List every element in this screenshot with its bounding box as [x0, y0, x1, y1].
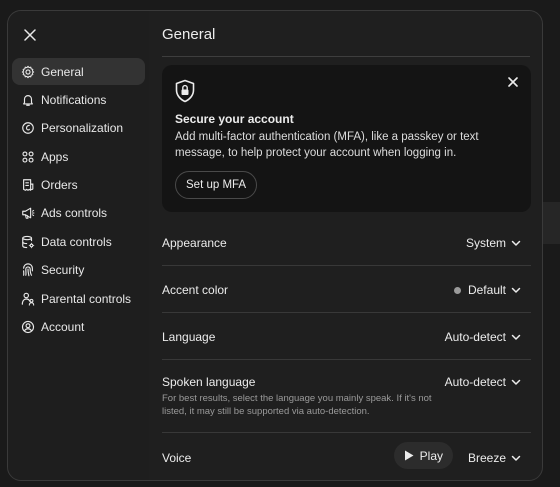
sidebar-item-label: Account — [41, 320, 85, 335]
chevron-down-icon — [511, 240, 521, 246]
accent-swatch — [453, 286, 461, 294]
sidebar-item-label: Security — [41, 263, 85, 278]
sidebar-item-personalization[interactable]: Personalization — [12, 115, 145, 142]
apps-grid-icon — [21, 150, 35, 164]
language-label: Language — [162, 330, 216, 344]
close-icon — [24, 29, 36, 41]
title-divider — [162, 56, 530, 57]
page-title: General — [162, 26, 216, 43]
language-dropdown[interactable]: Auto-detect — [445, 330, 521, 344]
sidebar-item-label: Data controls — [41, 234, 112, 249]
appearance-row: Appearance System — [162, 219, 531, 266]
receipt-icon — [21, 178, 35, 192]
close-icon[interactable] — [507, 76, 519, 88]
accent-color-row: Accent color Default — [162, 266, 531, 313]
spoken-language-value: Auto-detect — [444, 375, 506, 389]
sidebar-item-label: Parental controls — [41, 291, 132, 306]
chevron-down-icon — [511, 379, 521, 385]
chevron-down-icon — [511, 287, 521, 293]
chevron-down-icon — [511, 455, 521, 461]
voice-row: Voice Play Breeze — [162, 433, 531, 475]
settings-content: General Secure your account Add multi-fa… — [149, 11, 542, 480]
database-icon — [21, 235, 35, 249]
close-button[interactable] — [20, 25, 40, 45]
fingerprint-icon — [21, 263, 35, 277]
sidebar-item-ads-controls[interactable]: Ads controls — [12, 200, 145, 227]
sidebar-item-security[interactable]: Security — [12, 257, 145, 284]
appearance-dropdown[interactable]: System — [466, 236, 521, 250]
play-icon — [404, 450, 414, 461]
sidebar-item-parental-controls[interactable]: Parental controls — [12, 285, 145, 312]
sidebar-item-label: Apps — [41, 149, 69, 164]
play-label: Play — [419, 448, 443, 463]
chevron-down-icon — [511, 334, 521, 340]
mfa-heading: Secure your account — [175, 112, 294, 126]
parent-icon — [21, 292, 35, 306]
sidebar-item-orders[interactable]: Orders — [12, 172, 145, 199]
play-voice-button[interactable]: Play — [393, 442, 453, 469]
settings-nav: General Notifications Personalization Ap… — [12, 58, 145, 342]
spoken-language-dropdown[interactable]: Auto-detect — [445, 375, 521, 389]
sidebar-item-label: Orders — [41, 178, 78, 193]
megaphone-icon — [21, 206, 35, 220]
shield-lock-icon — [175, 79, 195, 103]
sidebar-item-label: Personalization — [41, 121, 124, 136]
voice-dropdown[interactable]: Breeze — [468, 451, 521, 465]
bell-icon — [21, 93, 35, 107]
personalization-icon — [21, 121, 35, 135]
settings-modal: General Notifications Personalization Ap… — [7, 10, 543, 481]
sidebar-item-label: General — [41, 64, 84, 79]
spoken-language-row: Spoken language Auto-detect For best res… — [162, 360, 531, 433]
sidebar-item-account[interactable]: Account — [12, 314, 145, 341]
sidebar-item-notifications[interactable]: Notifications — [12, 86, 145, 113]
appearance-label: Appearance — [162, 236, 227, 250]
language-row: Language Auto-detect — [162, 313, 531, 360]
gear-icon — [21, 65, 35, 79]
sidebar-item-data-controls[interactable]: Data controls — [12, 228, 145, 255]
mfa-card: Secure your account Add multi-factor aut… — [162, 65, 531, 212]
sidebar-item-label: Ads controls — [41, 206, 108, 221]
spoken-language-label: Spoken language — [162, 375, 256, 389]
sidebar-item-apps[interactable]: Apps — [12, 143, 145, 170]
sidebar-item-general[interactable]: General — [12, 58, 145, 85]
accent-color-value: Default — [467, 283, 506, 297]
mfa-description: Add multi-factor authentication (MFA), l… — [175, 131, 479, 159]
voice-label: Voice — [162, 451, 192, 465]
user-circle-icon — [21, 320, 35, 334]
sidebar-item-label: Notifications — [41, 92, 107, 107]
language-value: Auto-detect — [444, 330, 506, 344]
spoken-language-hint: For best results, select the language yo… — [162, 393, 432, 417]
appearance-value: System — [465, 236, 506, 250]
settings-sidebar: General Notifications Personalization Ap… — [8, 11, 149, 480]
voice-value: Breeze — [467, 451, 506, 465]
accent-color-label: Accent color — [162, 283, 229, 297]
accent-color-dropdown[interactable]: Default — [453, 283, 521, 297]
set-up-mfa-button[interactable]: Set up MFA — [175, 171, 258, 199]
